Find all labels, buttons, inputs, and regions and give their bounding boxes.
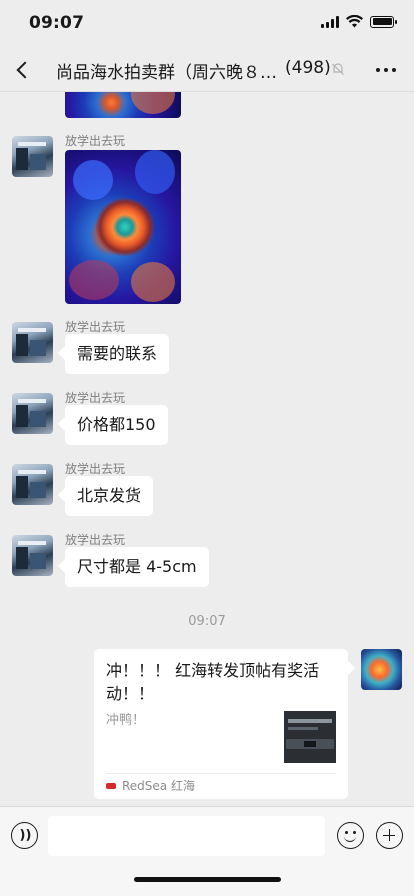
input-bar: ))	[0, 806, 414, 896]
emoji-button[interactable]	[337, 822, 364, 849]
back-button[interactable]	[0, 48, 44, 92]
plus-button[interactable]	[376, 822, 403, 849]
nav-bar: 尚品海水拍卖群（周六晚８… (498)	[0, 48, 414, 92]
mute-icon	[332, 63, 344, 75]
more-button[interactable]	[368, 54, 404, 86]
sender-name: 放学出去玩	[65, 533, 126, 547]
avatar[interactable]	[12, 136, 53, 177]
link-card-title: 冲！！！ 红海转发顶帖有奖活动！！	[106, 661, 320, 703]
battery-icon	[370, 15, 397, 28]
message-bubble[interactable]: 北京发货	[65, 476, 154, 516]
message-bubble[interactable]: 需要的联系	[65, 334, 170, 374]
sender-name: 放学出去玩	[65, 320, 126, 334]
sender-name: 放学出去玩	[65, 134, 126, 148]
signal-icon	[321, 15, 339, 28]
chat-area[interactable]: 放学出去玩 放学出去玩 需要的联系 放学出去玩 价格都150 放学出去玩 北京发…	[0, 92, 414, 806]
sender-name: 放学出去玩	[65, 462, 126, 476]
voice-icon: ))	[19, 828, 32, 843]
member-count: (498)	[285, 58, 331, 78]
message-bubble[interactable]: 价格都150	[65, 405, 168, 445]
link-card-thumbnail	[284, 711, 336, 763]
chevron-left-icon	[16, 61, 34, 78]
link-card-description: 冲鸭！	[106, 713, 146, 728]
link-card-source-label: RedSea 红海	[122, 779, 195, 793]
avatar[interactable]	[12, 393, 53, 434]
status-icons	[321, 15, 397, 28]
redsea-logo-icon	[106, 782, 116, 789]
message-input[interactable]	[48, 816, 325, 856]
link-card-source: RedSea 红海	[106, 773, 336, 797]
message-image[interactable]	[65, 150, 181, 304]
status-bar: 09:07	[0, 0, 414, 48]
avatar[interactable]	[12, 322, 53, 363]
avatar[interactable]	[12, 535, 53, 576]
message-image-partial[interactable]	[65, 92, 181, 118]
home-indicator	[134, 877, 281, 882]
message-bubble[interactable]: 尺寸都是 4-5cm	[65, 547, 209, 587]
timestamp: 09:07	[188, 614, 226, 629]
my-avatar[interactable]	[361, 649, 402, 690]
link-card-message[interactable]: 冲！！！ 红海转发顶帖有奖活动！！ 冲鸭！ RedSea 红海	[94, 649, 348, 799]
status-time: 09:07	[29, 13, 85, 33]
wifi-icon	[346, 15, 363, 28]
sender-name: 放学出去玩	[65, 391, 126, 405]
voice-button[interactable]: ))	[11, 822, 38, 849]
avatar[interactable]	[12, 464, 53, 505]
